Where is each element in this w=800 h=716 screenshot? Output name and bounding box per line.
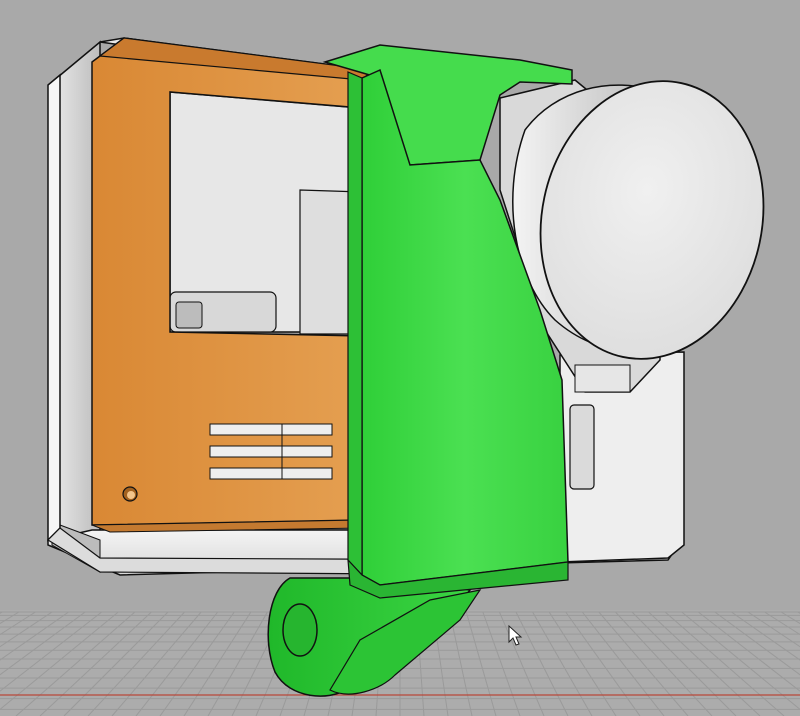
3d-viewport[interactable] [0, 0, 800, 716]
mount-hinge-hole [282, 603, 318, 657]
side-button [569, 404, 595, 490]
vent-slot-1 [209, 423, 333, 436]
vent-slot-2 [209, 445, 333, 458]
mount-front-edge [347, 71, 363, 577]
lens-mount-lower [574, 364, 631, 393]
camera-back-screen [169, 91, 363, 335]
screw-hole-inner [127, 491, 135, 499]
vent-slot-3 [209, 467, 333, 480]
side-button-body [569, 404, 595, 490]
model-scene[interactable] [0, 0, 800, 716]
screen-button [175, 301, 203, 329]
body-left-edge [47, 73, 61, 542]
